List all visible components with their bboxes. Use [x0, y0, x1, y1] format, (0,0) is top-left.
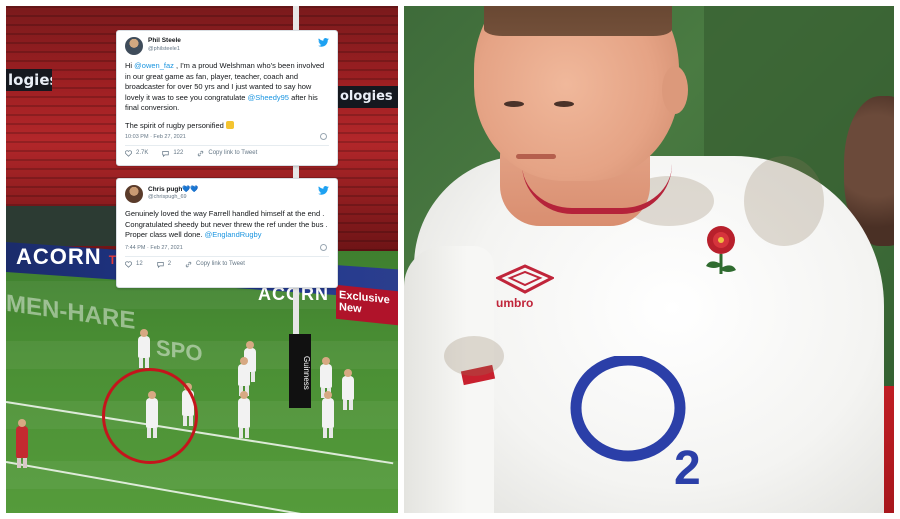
- pitch-stripe: [6, 461, 398, 489]
- reply-count: 122: [173, 150, 184, 156]
- avatar[interactable]: [125, 185, 143, 203]
- ad-exclusive: Exclusive New: [336, 284, 398, 326]
- player-eye: [504, 101, 524, 107]
- tweet-text-part: The spirit of rugby personified: [125, 120, 224, 130]
- tweet-timestamp[interactable]: 7:44 PM · Feb 27, 2021: [125, 245, 183, 251]
- copy-link-button[interactable]: Copy link to Tweet: [208, 150, 257, 156]
- player-figure: [238, 391, 250, 438]
- twitter-bird-icon[interactable]: [318, 186, 329, 195]
- reply-count: 2: [167, 261, 172, 267]
- svg-text:2: 2: [674, 442, 701, 495]
- link-icon[interactable]: [197, 150, 204, 157]
- tweet-mention[interactable]: @Sheedy95: [248, 93, 289, 102]
- heart-icon[interactable]: [125, 149, 132, 157]
- reply-icon[interactable]: [162, 150, 169, 157]
- like-count: 12: [136, 261, 143, 267]
- goalpost-pad: Guinness: [289, 334, 311, 408]
- tweet-actions: 2.7K 122 Copy link to Tweet: [125, 149, 329, 157]
- player-figure-red: [16, 419, 28, 468]
- ad-acorn-text: ACORN TV: [16, 244, 125, 269]
- tweet-author-name[interactable]: Chris pugh💙💙: [148, 185, 199, 193]
- tweet-actions: 12 2 Copy link to Tweet: [125, 260, 329, 268]
- link-icon[interactable]: [185, 261, 192, 268]
- copy-link-button[interactable]: Copy link to Tweet: [196, 261, 245, 267]
- stadium-board: logies: [6, 69, 52, 91]
- tweet-header: Chris pugh💙💙 @chrispugh_69: [125, 185, 329, 207]
- right-photo-panel: umbro 2: [404, 6, 894, 513]
- tweet-timestamp-row: 10:03 PM · Feb 27, 2021: [125, 132, 329, 140]
- thumbs-up-emoji-icon: [225, 120, 234, 129]
- info-icon[interactable]: [320, 132, 327, 140]
- tweet-timestamp-row: 7:44 PM · Feb 27, 2021: [125, 243, 329, 251]
- tweet-text: Genuinely loved the way Farrell handled …: [125, 209, 329, 241]
- highlight-circle: [102, 368, 198, 464]
- kit-brand-text: umbro: [496, 296, 534, 310]
- tweet-text: Hi @owen_faz , I'm a proud Welshman who'…: [125, 61, 329, 114]
- tweet-author-handle[interactable]: @philsteele1: [148, 46, 180, 52]
- heart-icon[interactable]: [125, 260, 132, 268]
- twitter-bird-icon[interactable]: [318, 38, 329, 47]
- left-photo-panel: logies ologies ACORN TV ACORN Exclusive …: [6, 6, 398, 513]
- divider: [125, 255, 329, 257]
- player-mouth: [516, 154, 556, 159]
- avatar[interactable]: [125, 37, 143, 55]
- tweet-mention[interactable]: @EnglandRugby: [205, 230, 262, 239]
- tweet-author-name[interactable]: Phil Steele: [148, 37, 181, 44]
- stadium-board: ologies: [336, 86, 398, 108]
- tweet-card[interactable]: Phil Steele @philsteele1 Hi @owen_faz , …: [116, 30, 338, 166]
- player-eye: [554, 101, 574, 107]
- player-figure: [342, 369, 354, 410]
- player-hair: [484, 6, 672, 36]
- mud-stain: [444, 336, 504, 376]
- player-figure: [322, 391, 334, 438]
- like-count: 2.7K: [136, 150, 149, 156]
- tweet-mention[interactable]: @owen_faz: [134, 61, 174, 70]
- o2-sponsor-logo-icon: 2: [570, 356, 701, 495]
- tweet-author-handle[interactable]: @chrispugh_69: [148, 194, 187, 200]
- mud-stain: [744, 156, 824, 246]
- pitch-stripe: [6, 401, 398, 429]
- reply-icon[interactable]: [157, 261, 164, 268]
- player-figure: [138, 329, 150, 368]
- tweet-timestamp[interactable]: 10:03 PM · Feb 27, 2021: [125, 134, 186, 140]
- info-icon[interactable]: [320, 243, 327, 251]
- divider: [125, 144, 329, 146]
- tweet-card[interactable]: Chris pugh💙💙 @chrispugh_69 Genuinely lov…: [116, 178, 338, 288]
- red-rose-emblem-icon: [706, 226, 736, 274]
- stand-structure: [6, 206, 116, 246]
- player-figure: [238, 357, 250, 396]
- player-ear: [662, 66, 688, 114]
- player-figure: [320, 357, 332, 398]
- tweet-text-part: Hi: [125, 61, 135, 70]
- tweet-header: Phil Steele @philsteele1: [125, 37, 329, 59]
- tweet-text-line: The spirit of rugby personified: [125, 120, 329, 130]
